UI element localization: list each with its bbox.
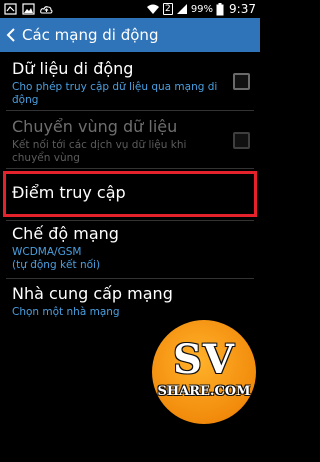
network-mode-value: WCDMA/GSM xyxy=(12,246,82,258)
action-bar: Các mạng di động xyxy=(0,18,260,52)
page-title: Các mạng di động xyxy=(22,26,159,44)
data-roaming-title: Chuyển vùng dữ liệu xyxy=(12,117,178,136)
network-mode-title: Chế độ mạng xyxy=(12,224,119,243)
cloud-upload-icon xyxy=(40,6,53,14)
divider xyxy=(6,220,254,221)
data-roaming-subtitle: Kết nối tới các dịch vụ dữ liệu khi chuy… xyxy=(12,139,187,164)
sim-indicator: 2 xyxy=(162,3,173,15)
clock: 9:37 xyxy=(229,2,256,16)
battery-icon xyxy=(216,2,224,15)
signal-icon xyxy=(176,4,187,14)
network-operators-subtitle: Chọn một nhà mạng xyxy=(12,306,120,318)
notification-icon xyxy=(4,3,17,15)
highlight-box xyxy=(3,171,257,217)
status-bar: 2 99% 9:37 xyxy=(0,0,260,18)
data-roaming-checkbox[interactable] xyxy=(233,132,250,149)
battery-percent: 99% xyxy=(190,3,214,15)
list-item-data-roaming[interactable]: Chuyển vùng dữ liệu Kết nối tới các dịch… xyxy=(0,112,260,168)
chevron-left-icon xyxy=(6,28,15,42)
list-item-mobile-data[interactable]: Dữ liệu di động Cho phép truy cập dữ liệ… xyxy=(0,52,260,108)
list-item-network-mode[interactable]: Chế độ mạng WCDMA/GSM (tự động kết nối) xyxy=(0,222,260,278)
mobile-data-title: Dữ liệu di động xyxy=(12,59,134,78)
logo-text-share: SHARE.COM xyxy=(157,384,251,399)
list-item-network-operators[interactable]: Nhà cung cấp mạng Chọn một nhà mạng xyxy=(0,282,260,322)
back-button[interactable] xyxy=(2,18,20,52)
mobile-data-checkbox[interactable] xyxy=(233,73,250,90)
network-mode-note: (tự động kết nối) xyxy=(12,259,101,271)
wifi-icon xyxy=(146,4,159,14)
network-operators-title: Nhà cung cấp mạng xyxy=(12,284,173,303)
divider xyxy=(6,168,254,169)
svshare-logo: SV SHARE.COM xyxy=(152,320,256,424)
mobile-data-subtitle: Cho phép truy cập dữ liệu qua mạng di độ… xyxy=(12,81,218,106)
logo-text-sv: SV xyxy=(173,336,235,383)
image-icon xyxy=(22,3,35,15)
divider xyxy=(6,110,254,111)
divider xyxy=(6,278,254,279)
